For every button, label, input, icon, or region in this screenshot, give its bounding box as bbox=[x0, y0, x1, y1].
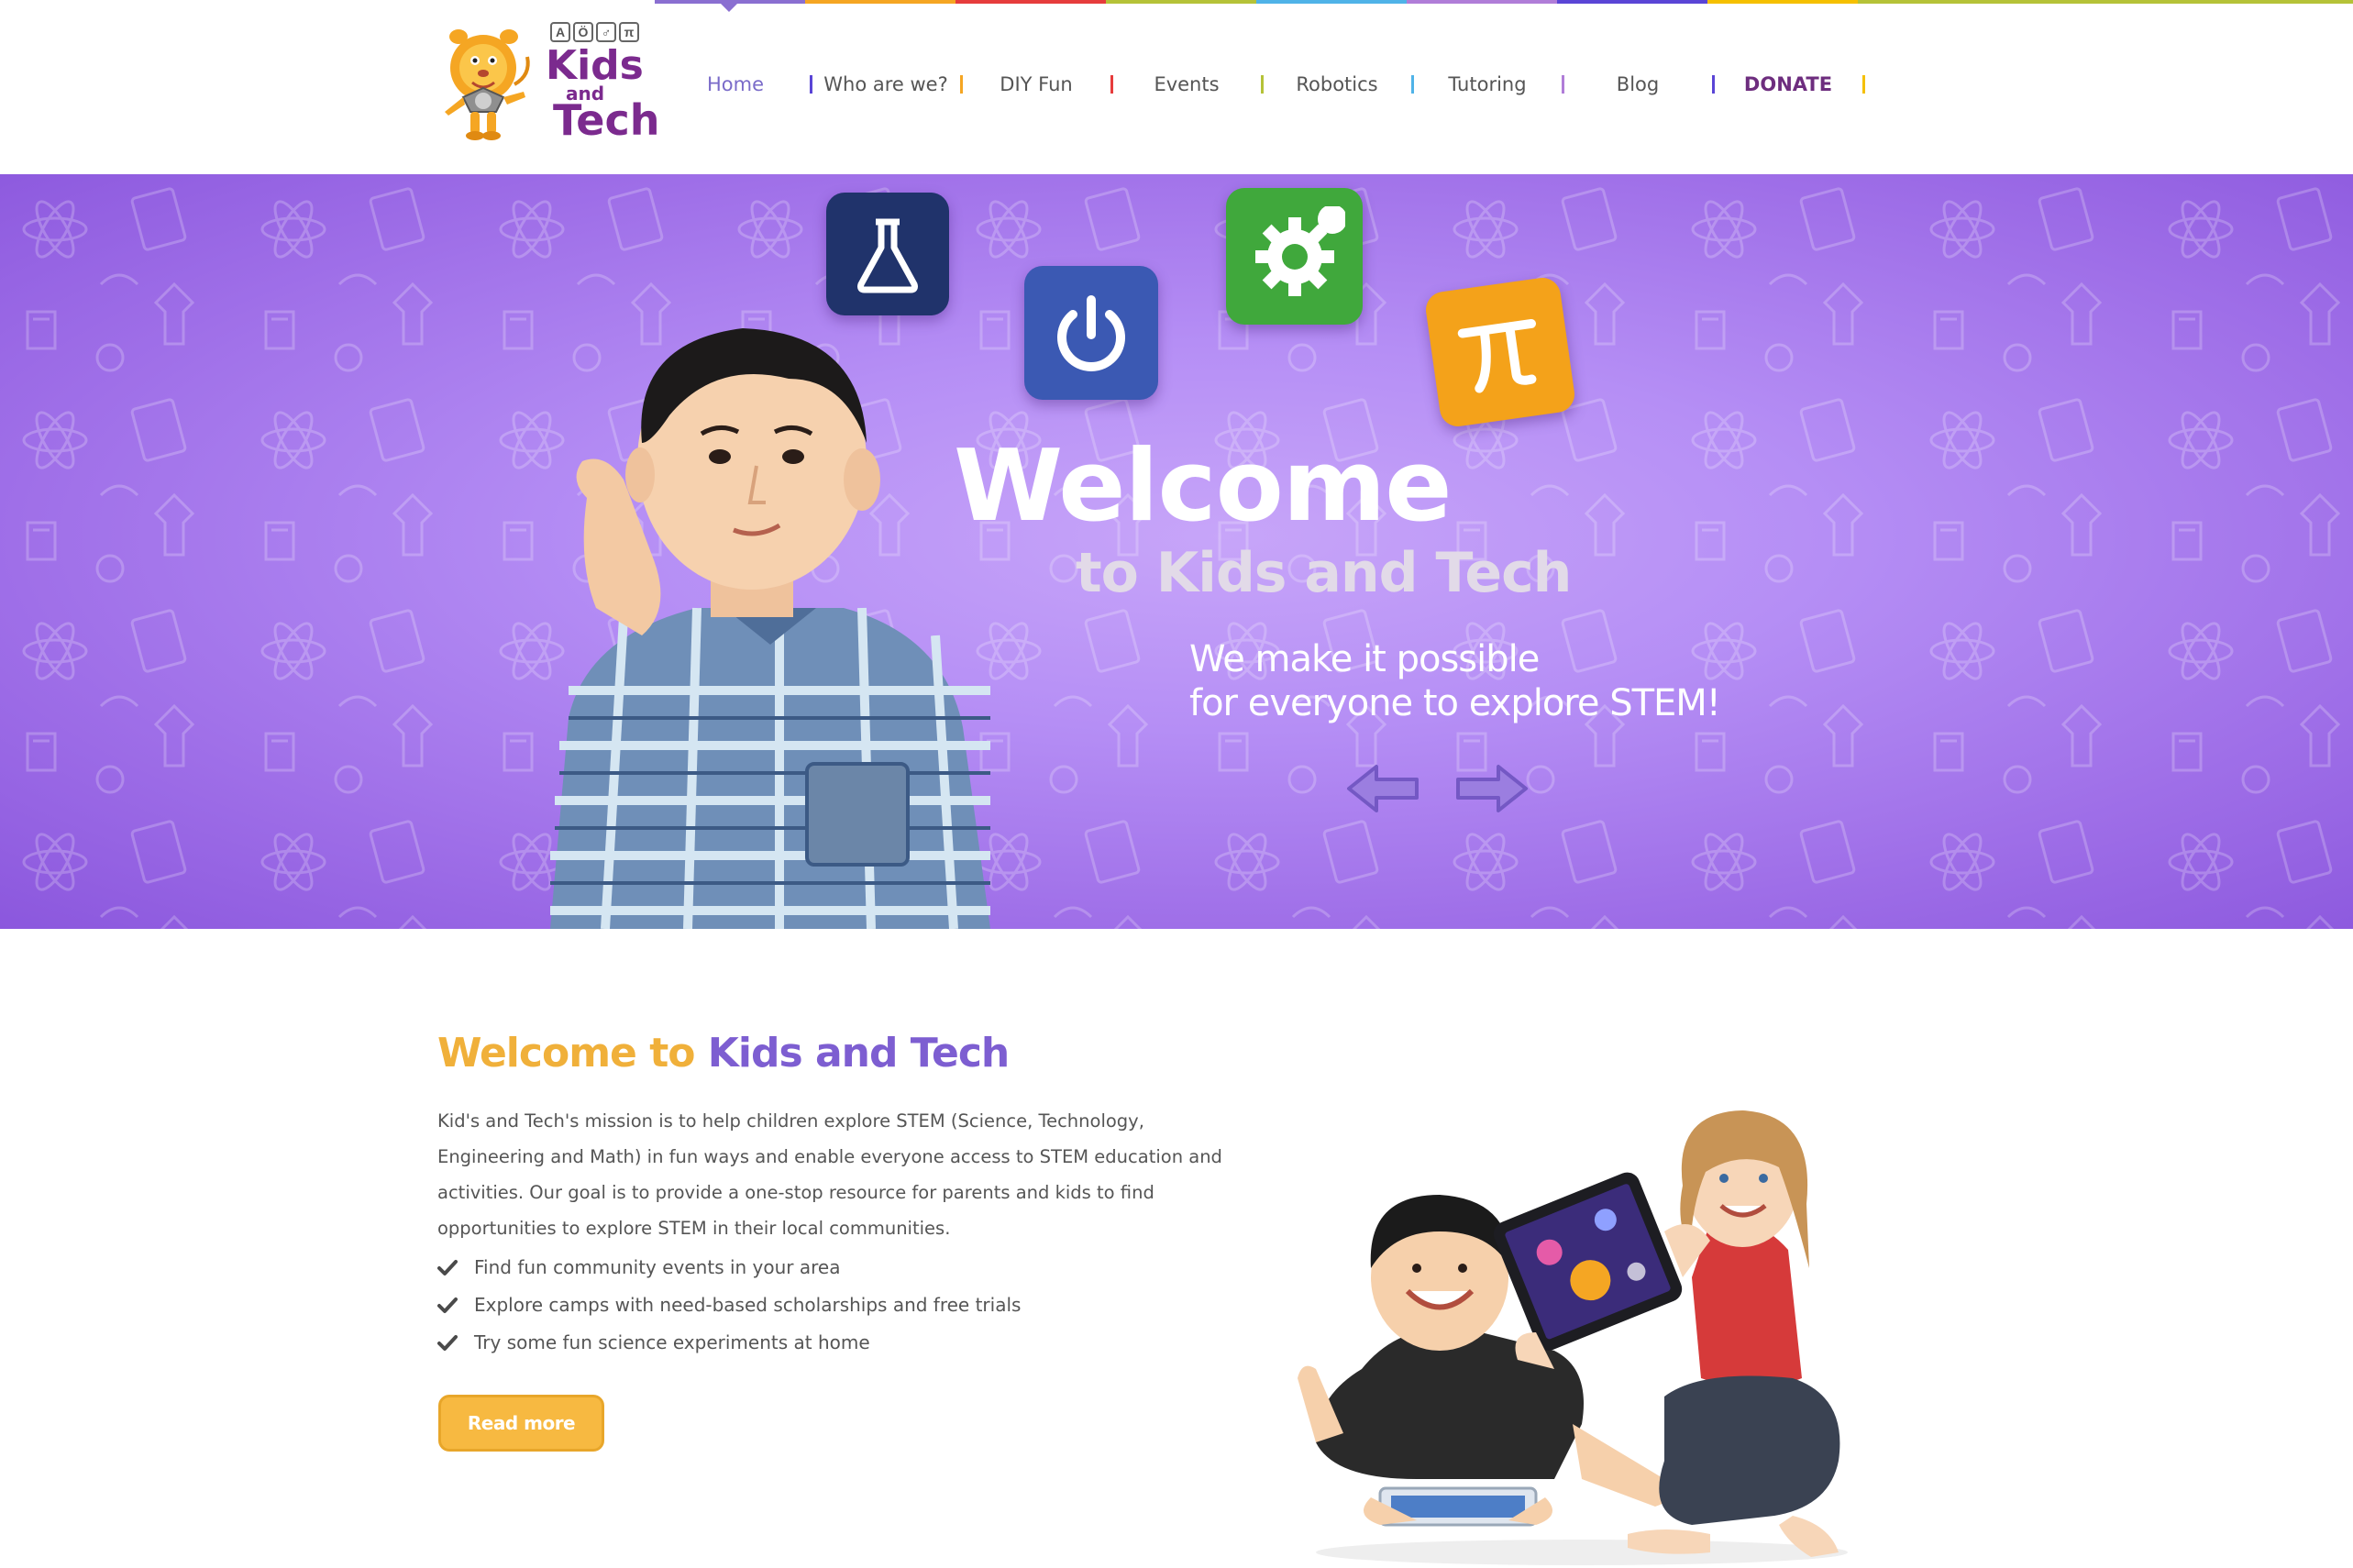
gear-icon bbox=[1226, 188, 1363, 325]
lion-mascot-icon bbox=[445, 29, 530, 140]
nav-label: Home bbox=[706, 73, 764, 95]
nav-blog[interactable]: Blog bbox=[1563, 64, 1715, 105]
flask-icon bbox=[826, 193, 949, 315]
checkmark-icon bbox=[437, 1332, 458, 1353]
nav-label: Robotics bbox=[1296, 73, 1378, 95]
hero-tagline-line2: for everyone to explore STEM! bbox=[1189, 682, 1721, 724]
heading-part-welcome: Welcome to bbox=[437, 1030, 695, 1077]
hero-tagline: We make it possible for everyone to expl… bbox=[1189, 637, 1721, 725]
about-section: Welcome to Kids and Tech Kid's and Tech'… bbox=[0, 929, 2353, 1568]
site-header: A Ö ♂ π Kids and Tech Home Who are we? D… bbox=[0, 0, 2353, 174]
logo-badge: π bbox=[619, 22, 639, 42]
read-more-button[interactable]: Read more bbox=[438, 1395, 604, 1452]
nav-diy-fun[interactable]: DIY Fun bbox=[961, 64, 1113, 105]
list-item-text: Try some fun science experiments at home bbox=[474, 1331, 870, 1353]
nav-home[interactable]: Home bbox=[660, 64, 812, 105]
list-item: Find fun community events in your area bbox=[437, 1248, 1021, 1286]
section-heading: Welcome to Kids and Tech bbox=[437, 1030, 1010, 1077]
arrow-right-icon bbox=[1456, 765, 1528, 812]
color-bar-segment bbox=[1707, 0, 1858, 4]
active-nav-pointer bbox=[721, 4, 737, 12]
nav-label: Events bbox=[1154, 73, 1220, 95]
nav-label: Tutoring bbox=[1448, 73, 1527, 95]
nav-robotics[interactable]: Robotics bbox=[1262, 64, 1414, 105]
pi-icon bbox=[1423, 275, 1577, 429]
logo-badges: A Ö ♂ π bbox=[550, 22, 639, 42]
logo-badge: Ö bbox=[573, 22, 593, 42]
feature-list: Find fun community events in your area E… bbox=[437, 1248, 1021, 1361]
nav-label: DIY Fun bbox=[1000, 73, 1073, 95]
nav-who-are-we[interactable]: Who are we? bbox=[811, 64, 963, 105]
slider-prev-button[interactable] bbox=[1345, 761, 1420, 816]
thinking-boy-image bbox=[550, 328, 990, 929]
color-bar-segment bbox=[1407, 0, 1557, 4]
mission-paragraph: Kid's and Tech's mission is to help chil… bbox=[437, 1110, 1222, 1239]
list-item-text: Explore camps with need-based scholarshi… bbox=[474, 1293, 1022, 1316]
list-item: Try some fun science experiments at home bbox=[437, 1323, 1021, 1361]
color-bar-segment bbox=[1256, 0, 1407, 4]
nav-tutoring[interactable]: Tutoring bbox=[1412, 64, 1564, 105]
nav-label: Who are we? bbox=[823, 73, 948, 95]
kids-with-tablets-image bbox=[1298, 1110, 1848, 1565]
color-bar-segment bbox=[956, 0, 1106, 4]
color-bar-segment bbox=[1858, 0, 2353, 4]
list-item-text: Find fun community events in your area bbox=[474, 1255, 841, 1278]
slider-next-button[interactable] bbox=[1454, 761, 1530, 816]
nav-label: DONATE bbox=[1743, 73, 1833, 95]
hero-slider: Welcome to Kids and Tech We make it poss… bbox=[0, 174, 2353, 929]
heading-part-brand: Kids and Tech bbox=[707, 1030, 1010, 1077]
logo-text-tech: Tech bbox=[553, 95, 660, 145]
power-icon bbox=[1024, 266, 1158, 400]
checkmark-icon bbox=[437, 1295, 458, 1315]
nav-events[interactable]: Events bbox=[1111, 64, 1264, 105]
hero-title: Welcome bbox=[954, 429, 1453, 544]
list-item: Explore camps with need-based scholarshi… bbox=[437, 1286, 1021, 1323]
hero-tagline-line1: We make it possible bbox=[1189, 638, 1540, 680]
logo-badge: ♂ bbox=[596, 22, 616, 42]
checkmark-icon bbox=[437, 1257, 458, 1277]
nav-label: Blog bbox=[1616, 73, 1660, 95]
logo-badge: A bbox=[550, 22, 570, 42]
nav-separator bbox=[1862, 75, 1865, 94]
logo-text-kids: Kids bbox=[546, 42, 644, 89]
site-logo[interactable]: A Ö ♂ π Kids and Tech bbox=[436, 20, 659, 144]
arrow-left-icon bbox=[1347, 765, 1419, 812]
color-bar-segment bbox=[805, 0, 956, 4]
nav-donate[interactable]: DONATE bbox=[1713, 64, 1865, 105]
hero-subtitle: to Kids and Tech bbox=[1076, 541, 1572, 605]
color-bar-segment bbox=[1106, 0, 1256, 4]
main-nav: Home Who are we? DIY Fun Events Robotics… bbox=[660, 64, 1865, 105]
color-bar-segment bbox=[1557, 0, 1707, 4]
